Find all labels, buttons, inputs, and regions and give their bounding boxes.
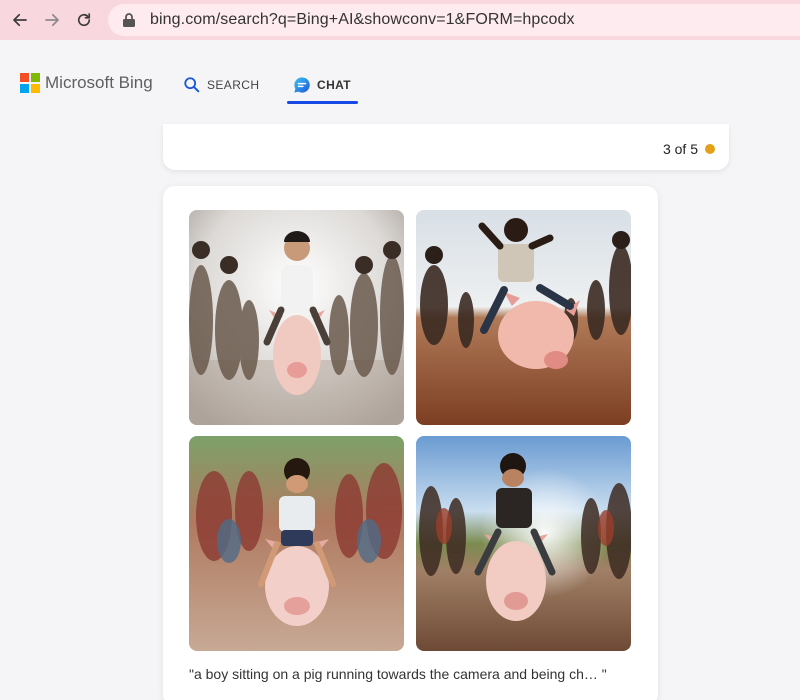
generated-image-3[interactable] (189, 436, 404, 651)
tab-search[interactable]: SEARCH (183, 76, 259, 94)
generated-image-4[interactable] (416, 436, 631, 651)
back-button[interactable] (8, 8, 32, 32)
search-icon (184, 77, 200, 93)
response-card: 3 of 5 (163, 124, 729, 170)
turn-counter: 3 of 5 (663, 141, 715, 157)
tab-chat-label: CHAT (317, 78, 352, 92)
forward-button[interactable] (40, 8, 64, 32)
microsoft-logo-icon (20, 73, 40, 93)
status-dot (705, 144, 715, 154)
logo-text: Microsoft Bing (45, 73, 153, 92)
reload-button[interactable] (72, 8, 96, 32)
turn-counter-text: 3 of 5 (662, 141, 698, 157)
arrow-left-icon (13, 13, 27, 27)
url-text: bing.com/search?q=Bing+AI&showconv=1&FOR… (150, 11, 575, 28)
generated-image-2[interactable] (416, 210, 631, 425)
address-bar[interactable]: bing.com/search?q=Bing+AI&showconv=1&FOR… (108, 4, 800, 36)
tab-chat[interactable]: CHAT (293, 76, 351, 94)
generated-image-1[interactable] (189, 210, 404, 425)
browser-toolbar: bing.com/search?q=Bing+AI&showconv=1&FOR… (0, 0, 800, 40)
chat-icon (294, 77, 310, 93)
lock-icon (123, 13, 135, 27)
arrow-right-icon (45, 13, 59, 27)
bing-logo[interactable]: Microsoft Bing (20, 73, 153, 93)
image-caption: "a boy sitting on a pig running towards … (189, 666, 607, 682)
active-tab-indicator (287, 101, 358, 104)
tab-search-label: SEARCH (207, 78, 260, 92)
bing-header: Microsoft Bing SEARCH CHAT (0, 40, 800, 120)
reload-icon (77, 13, 91, 27)
image-results-card: "a boy sitting on a pig running towards … (163, 186, 658, 700)
